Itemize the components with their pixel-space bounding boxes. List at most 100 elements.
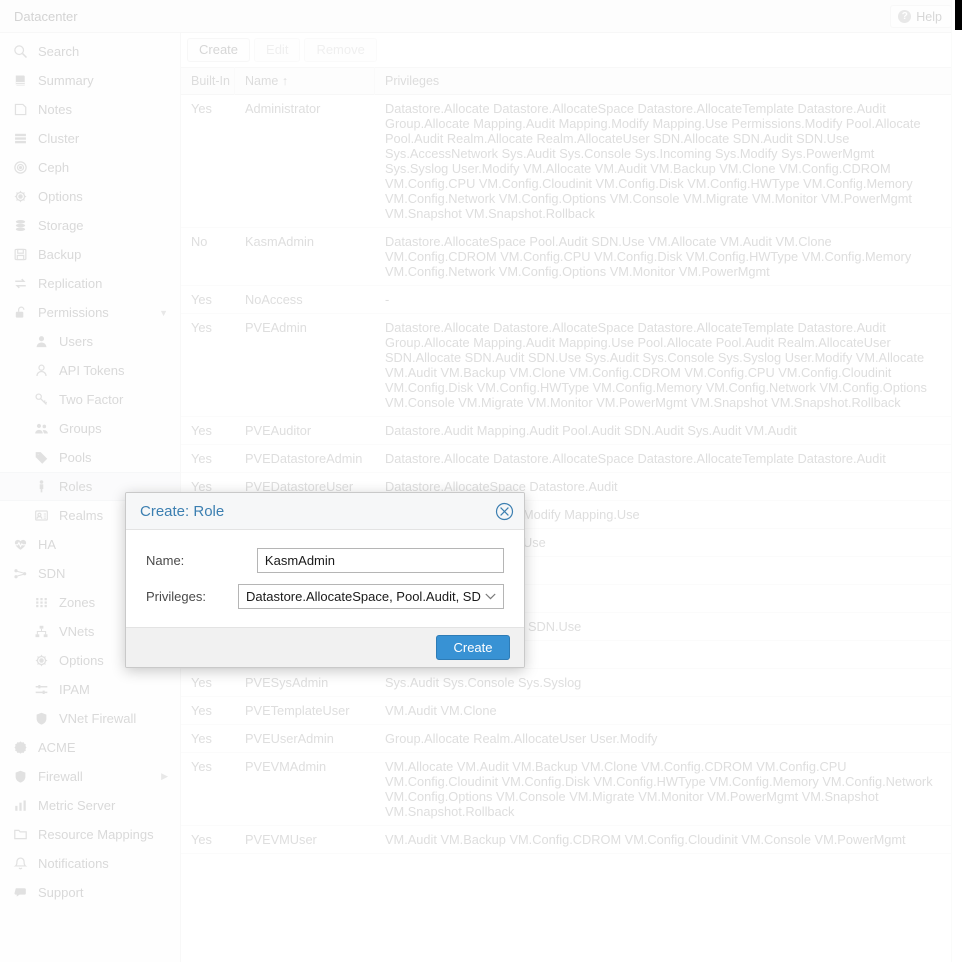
sidebar-item-notes[interactable]: Notes bbox=[0, 95, 180, 124]
name-form-row: Name: bbox=[146, 548, 504, 573]
heartbeat-icon bbox=[11, 537, 29, 552]
privileges-combobox[interactable]: Datastore.AllocateSpace, Pool.Audit, SD bbox=[238, 584, 504, 609]
sidebar-item-groups[interactable]: Groups bbox=[0, 414, 180, 443]
sidebar-item-users[interactable]: Users bbox=[0, 327, 180, 356]
id-card-icon bbox=[32, 508, 50, 523]
sidebar-item-replication[interactable]: Replication bbox=[0, 269, 180, 298]
page-backdrop: Datacenter ? Help Search Summary Notes Clus… bbox=[0, 0, 962, 962]
search-icon bbox=[11, 44, 29, 59]
cell-built-in: Yes bbox=[191, 101, 212, 116]
table-row[interactable]: Yes PVEAuditor Datastore.Audit Mapping.Aud… bbox=[181, 417, 951, 445]
sidebar-item-pools[interactable]: Pools bbox=[0, 443, 180, 472]
create-button[interactable]: Create bbox=[187, 38, 251, 62]
sidebar-item-two-factor[interactable]: Two Factor bbox=[0, 385, 180, 414]
grid-header-row: Built-In Name ↑ Privileges bbox=[181, 67, 951, 95]
note-icon bbox=[11, 102, 29, 117]
sidebar-item-search[interactable]: Search bbox=[0, 37, 180, 66]
network-icon bbox=[11, 566, 29, 581]
cell-built-in: Yes bbox=[191, 451, 212, 466]
close-circle-icon[interactable] bbox=[495, 502, 514, 521]
cell-built-in: Yes bbox=[191, 423, 212, 438]
cell-privileges: Datastore.Allocate Datastore.AllocateSpa… bbox=[385, 451, 886, 466]
shield-icon bbox=[32, 711, 50, 726]
sidebar-item-label: IPAM bbox=[59, 682, 90, 697]
cell-role-name: PVEVMAdmin bbox=[245, 759, 327, 774]
sidebar-item-metric-server[interactable]: Metric Server bbox=[0, 791, 180, 820]
sidebar-item-label: Permissions bbox=[38, 305, 109, 320]
sidebar-item-acme[interactable]: ACME bbox=[0, 733, 180, 762]
privileges-label: Privileges: bbox=[146, 589, 206, 604]
cell-built-in: Yes bbox=[191, 703, 212, 718]
table-row[interactable]: No KasmAdmin Datastore.AllocateSpace Pool.… bbox=[181, 228, 951, 286]
sidebar-item-label: Firewall bbox=[38, 769, 83, 784]
table-row[interactable]: Yes Administrator Datastore.Allocate Datas… bbox=[181, 95, 951, 228]
sidebar-item-ipam[interactable]: IPAM bbox=[0, 675, 180, 704]
tag-icon bbox=[32, 450, 50, 465]
remove-button[interactable]: Remove bbox=[304, 38, 377, 62]
right-scroll-gutter[interactable] bbox=[951, 0, 962, 962]
table-row[interactable]: Yes PVETemplateUser VM.Audit VM.Clone bbox=[181, 697, 951, 725]
edit-button[interactable]: Edit bbox=[254, 38, 301, 62]
table-row[interactable]: Yes PVEUserAdmin Group.Allocate Realm.Allo… bbox=[181, 725, 951, 753]
sidebar-item-label: Two Factor bbox=[59, 392, 124, 407]
dialog-header: Create: Role bbox=[126, 493, 524, 530]
sidebar-item-backup[interactable]: Backup bbox=[0, 240, 180, 269]
column-header-privileges[interactable]: Privileges bbox=[375, 67, 951, 95]
table-row[interactable]: Yes NoAccess - bbox=[181, 286, 951, 314]
gear-icon bbox=[11, 189, 29, 204]
sidebar-item-label: Options bbox=[59, 653, 104, 668]
column-header-built-in[interactable]: Built-In bbox=[181, 67, 235, 95]
sidebar-item-ceph[interactable]: Ceph bbox=[0, 153, 180, 182]
bell-icon bbox=[11, 856, 29, 871]
table-row[interactable]: Yes PVEVMUser VM.Audit VM.Backup VM.Config… bbox=[181, 826, 951, 854]
help-button[interactable]: ? Help bbox=[890, 5, 952, 28]
sidebar-item-firewall[interactable]: Firewall ▶ bbox=[0, 762, 180, 791]
cell-privileges: VM.Audit VM.Clone bbox=[385, 703, 497, 718]
database-icon bbox=[11, 218, 29, 233]
person-icon bbox=[32, 479, 50, 494]
sitemap-icon bbox=[32, 624, 50, 639]
shield-icon bbox=[11, 769, 29, 784]
privileges-value[interactable]: Datastore.AllocateSpace, Pool.Audit, SD bbox=[238, 584, 504, 609]
chevron-right-icon[interactable]: ▶ bbox=[161, 771, 168, 782]
sidebar-item-cluster[interactable]: Cluster bbox=[0, 124, 180, 153]
sidebar-item-api-tokens[interactable]: API Tokens bbox=[0, 356, 180, 385]
sidebar-item-summary[interactable]: Summary bbox=[0, 66, 180, 95]
user-outline-icon bbox=[32, 363, 50, 378]
cell-role-name: PVEVMUser bbox=[245, 832, 317, 847]
name-input[interactable] bbox=[256, 548, 504, 573]
cell-privileges: Group.Allocate Realm.AllocateUser User.M… bbox=[385, 731, 658, 746]
sidebar-item-resource-mappings[interactable]: Resource Mappings bbox=[0, 820, 180, 849]
sidebar-item-label: Ceph bbox=[38, 160, 70, 175]
cell-role-name: PVEUserAdmin bbox=[245, 731, 334, 746]
cell-built-in: Yes bbox=[191, 292, 212, 307]
table-row[interactable]: Yes PVEVMAdmin VM.Allocate VM.Audit VM.Bac… bbox=[181, 753, 951, 826]
sidebar-item-label: Realms bbox=[59, 508, 104, 523]
table-row[interactable]: Yes PVEAdmin Datastore.Allocate Datastore.… bbox=[181, 314, 951, 417]
dialog-create-button[interactable]: Create bbox=[436, 635, 510, 660]
sliders-icon bbox=[32, 682, 50, 697]
privileges-form-row: Privileges: Datastore.AllocateSpace, Poo… bbox=[146, 584, 504, 609]
sidebar-item-support[interactable]: Support bbox=[0, 878, 180, 907]
dialog-body: Name: Privileges: Datastore.AllocateSpac… bbox=[126, 530, 524, 627]
sort-asc-icon: ↑ bbox=[281, 74, 289, 88]
sidebar-item-vnet-firewall[interactable]: VNet Firewall bbox=[0, 704, 180, 733]
table-row[interactable]: Yes PVESysAdmin Sys.Audit Sys.Console Sys.… bbox=[181, 669, 951, 697]
sidebar-item-label: Pools bbox=[59, 450, 92, 465]
sidebar-item-permissions[interactable]: Permissions ▼ bbox=[0, 298, 180, 327]
sidebar-item-label: Groups bbox=[59, 421, 102, 436]
table-row[interactable]: Yes PVEDatastoreAdmin Datastore.Allocate D… bbox=[181, 445, 951, 473]
sidebar-item-label: Zones bbox=[59, 595, 96, 610]
user-icon bbox=[32, 334, 50, 349]
page-title: Datacenter bbox=[14, 8, 78, 24]
chevron-down-icon[interactable]: ▼ bbox=[159, 308, 168, 318]
cell-built-in: No bbox=[191, 234, 208, 249]
sidebar-item-options[interactable]: Options bbox=[0, 182, 180, 211]
sidebar-item-storage[interactable]: Storage bbox=[0, 211, 180, 240]
cell-built-in: Yes bbox=[191, 832, 212, 847]
sidebar-item-notifications[interactable]: Notifications bbox=[0, 849, 180, 878]
group-icon bbox=[32, 421, 50, 436]
column-header-name[interactable]: Name ↑ bbox=[235, 67, 375, 95]
cell-privileges: Sys.Audit Sys.Console Sys.Syslog bbox=[385, 675, 582, 690]
key-icon bbox=[32, 392, 50, 407]
